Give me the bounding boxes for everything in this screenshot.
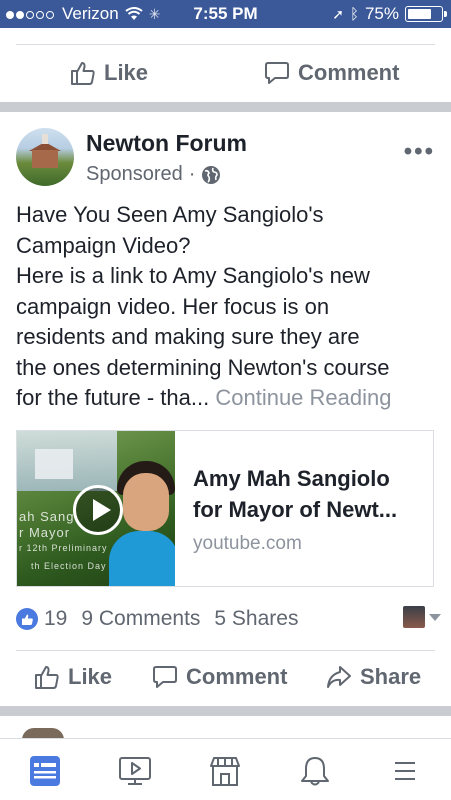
post-text-line: campaign video. Her focus is on: [16, 293, 330, 319]
share-label: Share: [360, 664, 422, 689]
thumbs-up-icon: [71, 62, 95, 85]
like-label: Like: [104, 60, 149, 85]
watch-video-icon: [119, 757, 151, 785]
post-text-line: the ones determining Newton's course: [16, 354, 390, 380]
like-reaction-icon: [16, 608, 38, 630]
post-text-line: Have You Seen Amy Sangiolo's: [16, 202, 324, 227]
thumb-overlay-text: r 12th Preliminary: [19, 543, 108, 553]
post-text-line: residents and making sure they are: [16, 324, 360, 349]
battery-icon: [405, 6, 447, 22]
reactions-summary[interactable]: 19 9 Comments 5 Shares: [16, 605, 436, 633]
share-count[interactable]: 5 Shares: [214, 607, 298, 631]
share-button[interactable]: Share: [326, 664, 421, 690]
comment-icon: [265, 62, 289, 84]
thumb-overlay-text: th Election Day: [31, 561, 107, 571]
link-domain: youtube.com: [193, 533, 302, 554]
like-label: Like: [68, 664, 113, 689]
battery-percent: 75%: [364, 4, 399, 23]
hamburger-menu-icon: [395, 762, 415, 780]
marketplace-icon: [210, 757, 240, 786]
status-bar: Verizon ✳ 7:55 PM ➚ ᛒ 75%: [0, 0, 451, 28]
comment-label: Comment: [186, 664, 288, 689]
thumb-overlay-text: ah Sang: [19, 509, 75, 524]
avatar: [403, 606, 425, 628]
location-icon: ➚: [332, 5, 344, 22]
tab-marketplace[interactable]: [205, 751, 245, 791]
comment-button[interactable]: Comment: [152, 664, 287, 690]
globe-icon: [202, 165, 221, 184]
thumb-overlay-text: r Mayor: [19, 525, 71, 540]
chevron-down-icon: [429, 613, 441, 621]
tab-watch[interactable]: [115, 751, 155, 791]
link-title-line: for Mayor of Newt...: [193, 497, 398, 522]
prev-like-button[interactable]: Like: [70, 60, 148, 86]
continue-reading-link[interactable]: Continue Reading: [215, 385, 391, 410]
tab-menu[interactable]: [385, 751, 425, 791]
status-right: ➚ ᛒ 75%: [332, 4, 447, 24]
like-count[interactable]: 19: [44, 607, 67, 631]
tab-notifications[interactable]: [295, 751, 335, 791]
divider: [16, 44, 435, 45]
news-feed-icon: [30, 756, 60, 786]
post-body: Have You Seen Amy Sangiolo's Campaign Vi…: [16, 200, 442, 414]
sponsored-label: Sponsored ·: [86, 163, 221, 186]
link-preview-card[interactable]: ah Sang r Mayor r 12th Preliminary th El…: [16, 430, 434, 587]
page-name[interactable]: Newton Forum: [86, 130, 247, 157]
thumbs-up-icon: [35, 666, 59, 689]
feed-separator: [0, 102, 451, 112]
like-button[interactable]: Like: [34, 664, 112, 690]
tab-news-feed[interactable]: [25, 751, 65, 791]
bluetooth-icon: ᛒ: [349, 5, 359, 23]
comment-count[interactable]: 9 Comments: [81, 607, 200, 631]
video-thumbnail[interactable]: ah Sang r Mayor r 12th Preliminary th El…: [17, 431, 175, 586]
post-as-selector[interactable]: [403, 606, 441, 628]
more-options-button[interactable]: •••: [404, 138, 435, 166]
post-text-truncated: for the future - tha...: [16, 385, 210, 410]
play-icon[interactable]: [73, 485, 123, 535]
bottom-tab-bar: [0, 738, 451, 800]
sponsored-text: Sponsored: [86, 163, 183, 185]
comment-label: Comment: [298, 60, 400, 85]
post-text-line: Here is a link to Amy Sangiolo's new: [16, 263, 370, 288]
link-title-line: Amy Mah Sangiolo: [193, 466, 390, 491]
link-title[interactable]: Amy Mah Sangiolo for Mayor of Newt...: [193, 463, 423, 525]
post-text-line: for the future - tha... Continue Reading: [16, 383, 442, 414]
page-avatar[interactable]: [16, 128, 74, 186]
feed-separator: [0, 706, 451, 716]
divider: [16, 650, 435, 651]
post-text-line: Campaign Video?: [16, 232, 191, 258]
sponsored-separator: ·: [188, 163, 196, 185]
share-icon: [327, 666, 351, 688]
bell-icon: [301, 757, 329, 786]
prev-comment-button[interactable]: Comment: [264, 60, 399, 86]
comment-icon: [153, 666, 177, 688]
